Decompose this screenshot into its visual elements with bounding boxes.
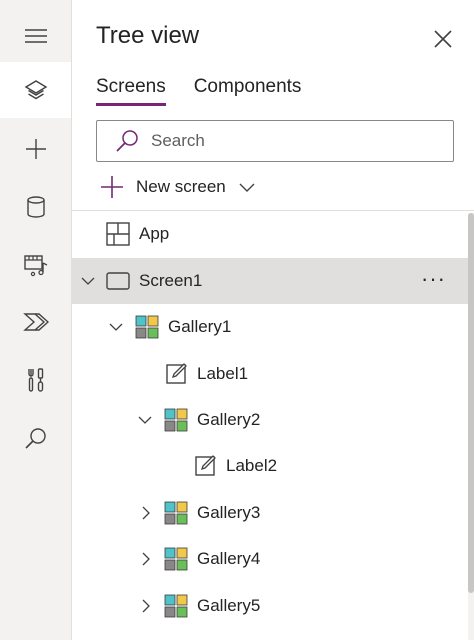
tools-icon <box>27 368 43 392</box>
plus-icon <box>101 176 123 198</box>
tree-item-label: Screen1 <box>139 271 203 290</box>
chevron-right-icon[interactable] <box>139 506 153 520</box>
tree-item-label: App <box>139 224 170 243</box>
gallery-icon <box>164 408 188 432</box>
tree: App Screen1 ··· Gallery1 Label1 Gallery2 <box>72 211 468 640</box>
gallery-icon <box>135 315 159 339</box>
tree-item-gallery4[interactable]: Gallery4 <box>72 536 468 582</box>
chevron-down-icon[interactable] <box>109 320 123 334</box>
search-icon <box>116 130 138 152</box>
label-edit-icon <box>166 363 187 384</box>
new-screen-button[interactable]: New screen <box>100 174 256 200</box>
tab-components[interactable]: Components <box>194 76 302 104</box>
layers-icon <box>24 80 47 100</box>
more-options-button[interactable]: ··· <box>421 266 446 292</box>
database-icon <box>26 196 45 218</box>
tree-item-label: Label1 <box>197 364 249 383</box>
search-input[interactable] <box>149 130 453 152</box>
search-rail-button[interactable] <box>0 410 71 466</box>
chevron-down-icon[interactable] <box>138 413 152 427</box>
chevron-down-icon[interactable] <box>81 274 95 288</box>
tree-item-label: Gallery3 <box>197 503 261 522</box>
gallery-icon <box>164 594 188 618</box>
search-icon <box>24 428 46 449</box>
tab-bar: Screens Components <box>96 76 302 106</box>
tree-item-screen1[interactable]: Screen1 ··· <box>72 258 468 304</box>
tree-item-label: Label2 <box>226 456 278 475</box>
media-icon <box>23 255 47 277</box>
tree-item-gallery3[interactable]: Gallery3 <box>72 490 468 536</box>
data-rail-button[interactable] <box>0 179 71 235</box>
tree-item-label: Gallery4 <box>197 549 261 568</box>
power-automate-icon <box>22 313 49 331</box>
search-box[interactable] <box>96 120 454 162</box>
hamburger-menu-button[interactable] <box>0 8 71 64</box>
tab-screens[interactable]: Screens <box>96 76 166 106</box>
insert-rail-button[interactable] <box>0 121 71 177</box>
scrollbar-thumb[interactable] <box>468 213 474 593</box>
hamburger-icon <box>24 29 47 43</box>
app-icon <box>106 222 130 246</box>
new-screen-label: New screen <box>136 177 226 196</box>
tree-item-label2[interactable]: Label2 <box>72 443 468 489</box>
gallery-icon <box>164 501 188 525</box>
chevron-right-icon[interactable] <box>139 552 153 566</box>
plus-icon <box>25 139 46 159</box>
label-edit-icon <box>195 455 216 476</box>
gallery-icon <box>164 547 188 571</box>
tools-rail-button[interactable] <box>0 352 71 408</box>
media-rail-button[interactable] <box>0 237 71 293</box>
tree-item-label1[interactable]: Label1 <box>72 351 468 397</box>
tree-item-app[interactable]: App <box>72 211 468 257</box>
tree-item-gallery2[interactable]: Gallery2 <box>72 397 468 443</box>
tree-view-rail-button[interactable] <box>0 62 71 118</box>
chevron-right-icon[interactable] <box>139 599 153 613</box>
tree-item-gallery1[interactable]: Gallery1 <box>72 304 468 350</box>
chevron-down-icon <box>239 183 255 192</box>
close-panel-button[interactable] <box>432 28 454 50</box>
tree-view-panel: Tree view Screens Components New screen … <box>72 0 474 640</box>
left-rail <box>0 0 72 640</box>
power-automate-rail-button[interactable] <box>0 294 71 350</box>
tree-item-gallery5[interactable]: Gallery5 <box>72 583 468 629</box>
tree-item-label: Gallery5 <box>197 596 261 615</box>
panel-title: Tree view <box>96 22 200 49</box>
tree-item-label: Gallery1 <box>168 317 232 336</box>
close-icon <box>434 30 452 48</box>
tree-item-label: Gallery2 <box>197 410 261 429</box>
screen-icon <box>106 272 130 290</box>
